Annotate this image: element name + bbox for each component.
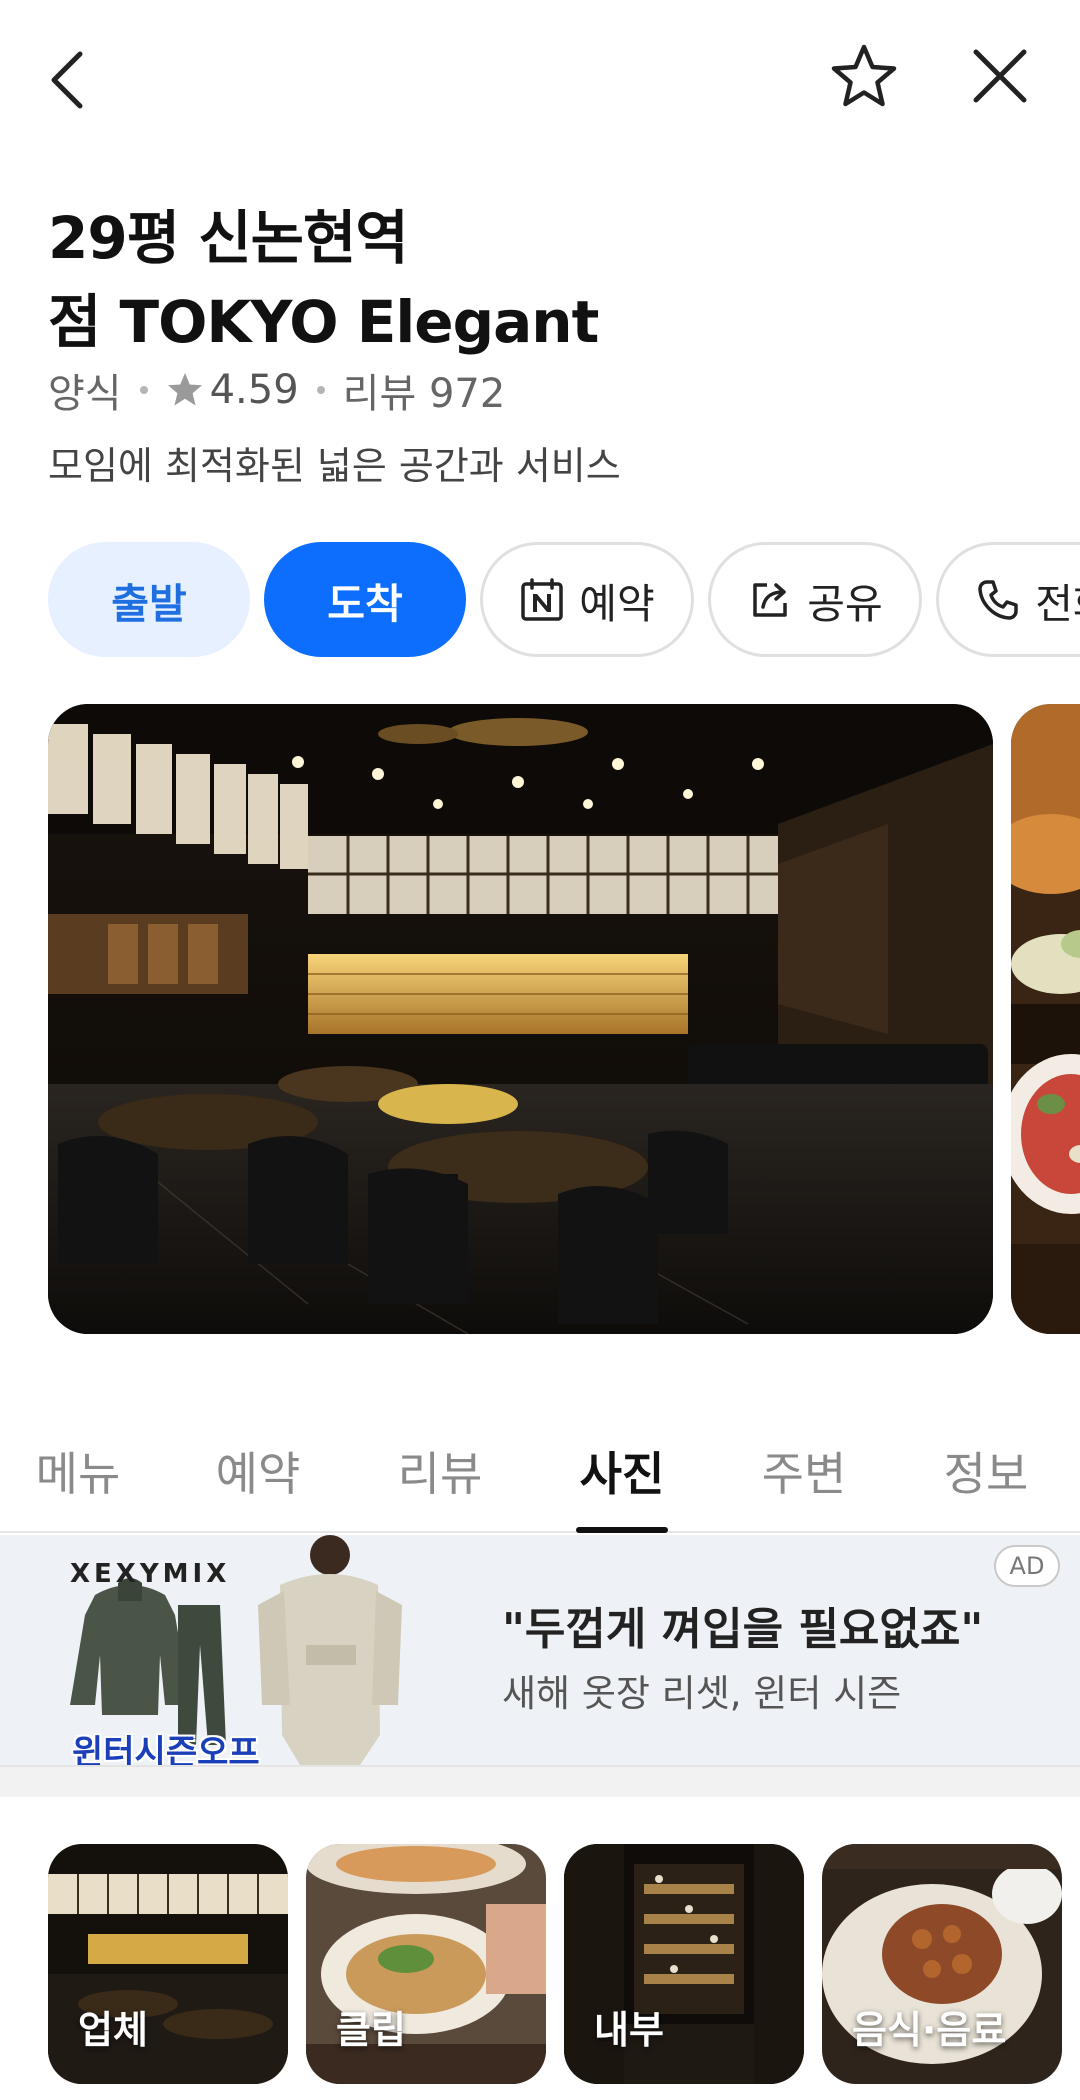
rating-value: 4.59 <box>209 367 299 413</box>
naver-calendar-icon <box>521 577 564 621</box>
category-label: 양식 <box>48 371 122 417</box>
tab-nearby[interactable]: 주변 <box>754 1408 854 1533</box>
place-title-line2: 점 TOKYO Elegant <box>48 288 599 356</box>
place-title: 29평 신논현역 점 TOKYO Elegant <box>48 196 599 364</box>
star-outline-icon <box>831 44 897 107</box>
reserve-label: 예약 <box>579 579 655 628</box>
food-photo[interactable] <box>1011 704 1080 1334</box>
photo-category-business[interactable]: 업체 <box>48 1844 288 2084</box>
close-icon <box>973 49 1027 103</box>
place-title-line1: 29평 신논현역 <box>48 204 409 272</box>
photo-category-food-drink[interactable]: 음식·음료 <box>822 1844 1062 2084</box>
photo-category-list: 업체 클립 내부 음식·음료 <box>48 1844 1080 2084</box>
action-bar: 출발 도착 예약 공유 전화 <box>48 542 1080 657</box>
tab-reservation[interactable]: 예약 <box>208 1408 308 1533</box>
ad-headline: "두껍게 껴입을 필요없죠" <box>502 1604 984 1655</box>
tab-info[interactable]: 정보 <box>936 1408 1036 1533</box>
ad-banner[interactable]: XEXYMIX 윈터시즌오프 "두껍게 껴입을 필요없죠" 새해 옷장 리셋, … <box>0 1535 1080 1765</box>
place-meta: 양식 4.59 리뷰 972 <box>48 362 505 418</box>
close-button[interactable] <box>960 36 1040 116</box>
photo-category-label: 내부 <box>594 2008 664 2052</box>
photo-category-clip[interactable]: 클립 <box>306 1844 546 2084</box>
call-button[interactable]: 전화 <box>936 542 1080 657</box>
phone-icon <box>978 579 1019 620</box>
share-label: 공유 <box>807 579 883 628</box>
reserve-button[interactable]: 예약 <box>480 542 694 657</box>
restaurant-interior-photo[interactable] <box>48 704 993 1334</box>
arrive-button[interactable]: 도착 <box>264 542 466 657</box>
separator-dot <box>316 386 325 394</box>
tab-photos[interactable]: 사진 <box>572 1408 672 1533</box>
chevron-left-icon <box>51 51 83 109</box>
ad-promo-label: 윈터시즌오프 <box>72 1733 260 1765</box>
tab-reviews[interactable]: 리뷰 <box>390 1408 490 1533</box>
ad-subtext: 새해 옷장 리셋, 윈터 시즌 <box>502 1672 902 1715</box>
back-button[interactable] <box>36 40 96 120</box>
section-divider <box>0 1765 1080 1797</box>
top-bar <box>0 0 1080 160</box>
ad-brand-logo: XEXYMIX <box>70 1559 231 1589</box>
place-description: 모임에 최적화된 넓은 공간과 서비스 <box>48 444 621 488</box>
rating: 4.59 <box>166 367 299 413</box>
section-tabs: 메뉴 예약 리뷰 사진 주변 정보 <box>0 1408 1080 1533</box>
star-filled-icon <box>167 373 202 406</box>
call-label: 전화 <box>1035 579 1080 628</box>
depart-button[interactable]: 출발 <box>48 542 250 657</box>
photo-category-label: 업체 <box>78 2008 148 2052</box>
tab-menu[interactable]: 메뉴 <box>28 1408 128 1533</box>
share-button[interactable]: 공유 <box>708 542 922 657</box>
photo-category-interior[interactable]: 내부 <box>564 1844 804 2084</box>
ad-badge: AD <box>994 1545 1060 1587</box>
photo-category-label: 음식·음료 <box>852 2008 1007 2052</box>
photo-category-label: 클립 <box>336 2008 406 2052</box>
restaurant-interior-image <box>48 704 993 1334</box>
favorite-button[interactable] <box>824 36 904 116</box>
photo-carousel[interactable] <box>48 704 1080 1334</box>
food-image <box>1011 704 1080 1334</box>
share-icon <box>753 582 788 617</box>
review-count[interactable]: 리뷰 972 <box>343 361 506 419</box>
separator-dot <box>139 386 148 394</box>
